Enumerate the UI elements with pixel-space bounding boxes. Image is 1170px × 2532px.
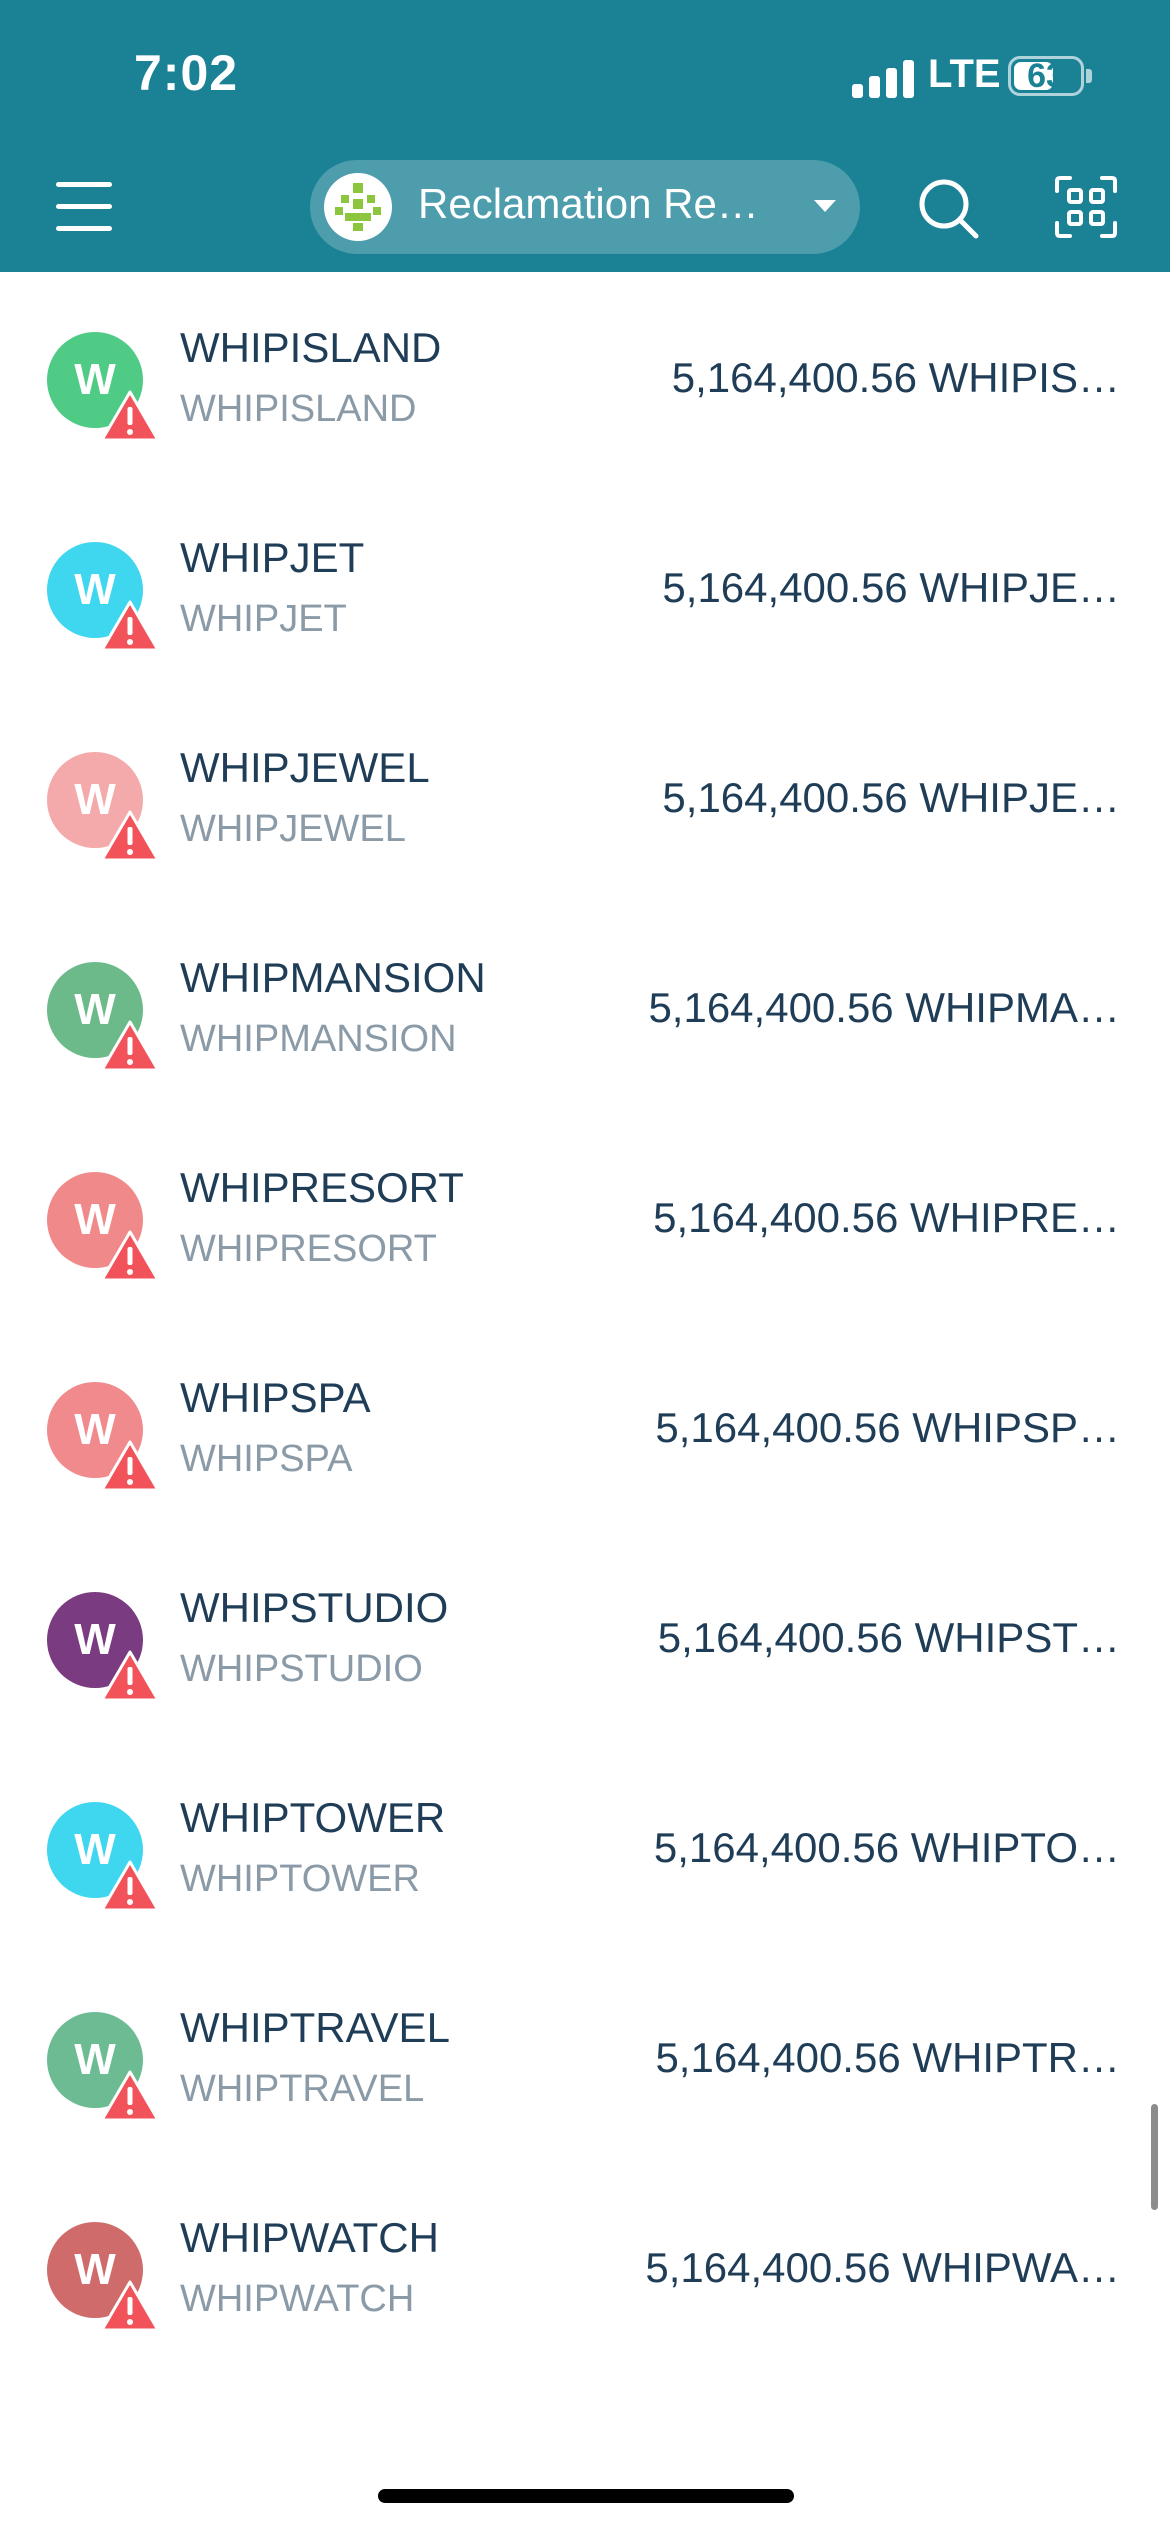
token-name: WHIPJEWEL (180, 744, 430, 791)
hamburger-menu-icon[interactable] (56, 180, 112, 232)
warning-triangle-icon (100, 390, 160, 442)
token-symbol: WHIPSPA (180, 1438, 353, 1480)
token-balance: 5,164,400.56 WHIPST… (657, 1614, 1120, 1661)
token-balance: 5,164,400.56 WHIPIS… (671, 354, 1120, 401)
token-symbol: WHIPTRAVEL (180, 2068, 425, 2110)
token-symbol: WHIPJEWEL (180, 808, 406, 850)
token-balance: 5,164,400.56 WHIPWA… (645, 2244, 1120, 2291)
warning-triangle-icon (100, 1230, 160, 1282)
token-row[interactable]: W WHIPTRAVEL WHIPTRAVEL 5,164,400.56 WHIPTR… (0, 1952, 1170, 2162)
token-balance: 5,164,400.56 WHIPJE… (662, 774, 1120, 821)
token-name: WHIPSPA (180, 1374, 371, 1421)
search-icon[interactable] (912, 172, 984, 244)
token-row[interactable]: W WHIPJEWEL WHIPJEWEL 5,164,400.56 WHIPJE… (0, 692, 1170, 902)
network-type: LTE (928, 52, 1001, 96)
warning-triangle-icon (100, 2070, 160, 2122)
token-balance: 5,164,400.56 WHIPTO… (653, 1824, 1120, 1871)
token-symbol: WHIPMANSION (180, 1018, 457, 1060)
token-balance: 5,164,400.56 WHIPJE… (662, 564, 1120, 611)
token-name: WHIPSTUDIO (180, 1584, 449, 1631)
home-indicator[interactable] (378, 2489, 794, 2503)
scrollbar[interactable] (1151, 2104, 1158, 2210)
token-balance: 5,164,400.56 WHIPTR… (655, 2034, 1120, 2081)
token-balance: 5,164,400.56 WHIPMA… (648, 984, 1120, 1031)
warning-triangle-icon (100, 1860, 160, 1912)
warning-triangle-icon (100, 1440, 160, 1492)
cellular-signal-icon (852, 58, 916, 98)
token-symbol: WHIPRESORT (180, 1228, 437, 1270)
top-app-bar: 7:02 LTE 63 Reclamation Re… (0, 0, 1170, 272)
token-row[interactable]: W WHIPSPA WHIPSPA 5,164,400.56 WHIPSP… (0, 1322, 1170, 1532)
token-name: WHIPJET (180, 534, 365, 581)
token-symbol: WHIPWATCH (180, 2278, 415, 2320)
token-name: WHIPRESORT (180, 1164, 464, 1211)
token-balance: 5,164,400.56 WHIPRE… (653, 1194, 1120, 1241)
token-row[interactable]: W WHIPWATCH WHIPWATCH 5,164,400.56 WHIPWA… (0, 2162, 1170, 2372)
token-name: WHIPISLAND (180, 324, 442, 371)
warning-triangle-icon (100, 1020, 160, 1072)
token-row[interactable]: W WHIPTOWER WHIPTOWER 5,164,400.56 WHIPTO… (0, 1742, 1170, 1952)
battery-icon: 63 (1008, 56, 1084, 96)
token-row[interactable]: W WHIPISLAND WHIPISLAND 5,164,400.56 WHIPIS… (0, 272, 1170, 482)
warning-triangle-icon (100, 2280, 160, 2332)
warning-triangle-icon (100, 600, 160, 652)
token-row[interactable]: W WHIPJET WHIPJET 5,164,400.56 WHIPJE… (0, 482, 1170, 692)
token-name: WHIPTOWER (180, 1794, 446, 1841)
token-name: WHIPTRAVEL (180, 2004, 450, 2051)
warning-triangle-icon (100, 1650, 160, 1702)
token-row[interactable]: W WHIPRESORT WHIPRESORT 5,164,400.56 WHIPRE… (0, 1112, 1170, 1322)
token-row[interactable]: W WHIPSTUDIO WHIPSTUDIO 5,164,400.56 WHIPST… (0, 1532, 1170, 1742)
token-row[interactable]: W WHIPMANSION WHIPMANSION 5,164,400.56 WHIP… (0, 902, 1170, 1112)
token-symbol: WHIPJET (180, 598, 347, 640)
token-symbol: WHIPTOWER (180, 1858, 420, 1900)
qr-scan-icon[interactable] (1054, 175, 1118, 239)
warning-triangle-icon (100, 810, 160, 862)
network-logo-icon (324, 173, 392, 241)
battery-percentage: 63 (1027, 57, 1065, 95)
battery-nub (1086, 69, 1092, 83)
network-selector[interactable]: Reclamation Re… (310, 160, 860, 254)
chevron-down-icon (814, 200, 836, 212)
status-time: 7:02 (134, 45, 239, 101)
token-symbol: WHIPISLAND (180, 388, 417, 430)
network-name: Reclamation Re… (418, 180, 759, 227)
token-balance: 5,164,400.56 WHIPSP… (655, 1404, 1120, 1451)
token-name: WHIPMANSION (180, 954, 486, 1001)
token-symbol: WHIPSTUDIO (180, 1648, 423, 1690)
token-name: WHIPWATCH (180, 2214, 439, 2261)
